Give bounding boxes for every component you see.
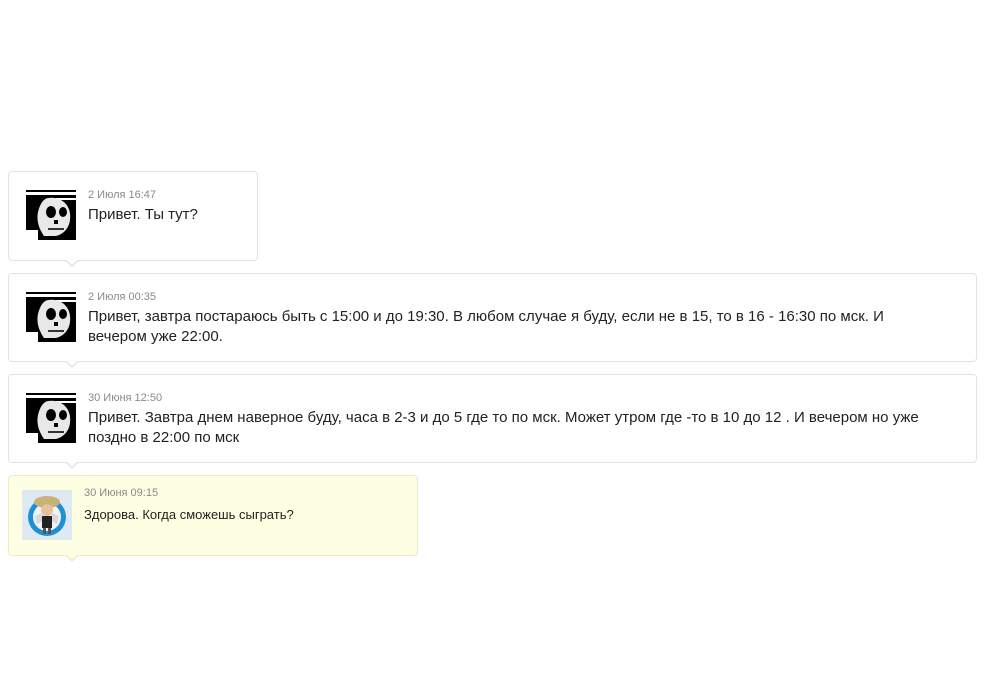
message-date: 2 Июля 16:47 [88,189,157,201]
bubble-tail [65,554,79,562]
bubble-tail [65,360,79,368]
bubble-tail [65,461,79,469]
message-date: 30 Июня 09:15 [84,487,159,499]
message-text: Привет. Завтра днем наверное буду, часа … [88,409,919,446]
character-avatar-icon[interactable] [22,490,72,540]
message-date: 2 Июля 00:35 [88,291,157,303]
skull-avatar-icon[interactable] [26,292,76,342]
message-item: 2 Июля 00:35 Привет, завтра постараюсь б… [8,273,977,368]
message-item-own: 30 Июня 09:15 Здорова. Когда сможешь сыг… [8,475,418,562]
message-item: 2 Июля 16:47 Привет. Ты тут? [8,171,258,267]
message-text: Здорова. Когда сможешь сыграть? [84,507,294,522]
message-item: 30 Июня 12:50 Привет. Завтра днем наверн… [8,374,977,469]
message-text: Привет, завтра постараюсь быть с 15:00 и… [88,308,884,345]
bubble-tail [65,259,79,267]
message-thread: 2 Июля 16:47 Привет. Ты тут? 2 Июля 00:3… [8,171,978,568]
message-date: 30 Июня 12:50 [88,392,163,404]
skull-avatar-icon[interactable] [26,190,76,240]
skull-avatar-icon[interactable] [26,393,76,443]
message-text: Привет. Ты тут? [88,206,198,223]
